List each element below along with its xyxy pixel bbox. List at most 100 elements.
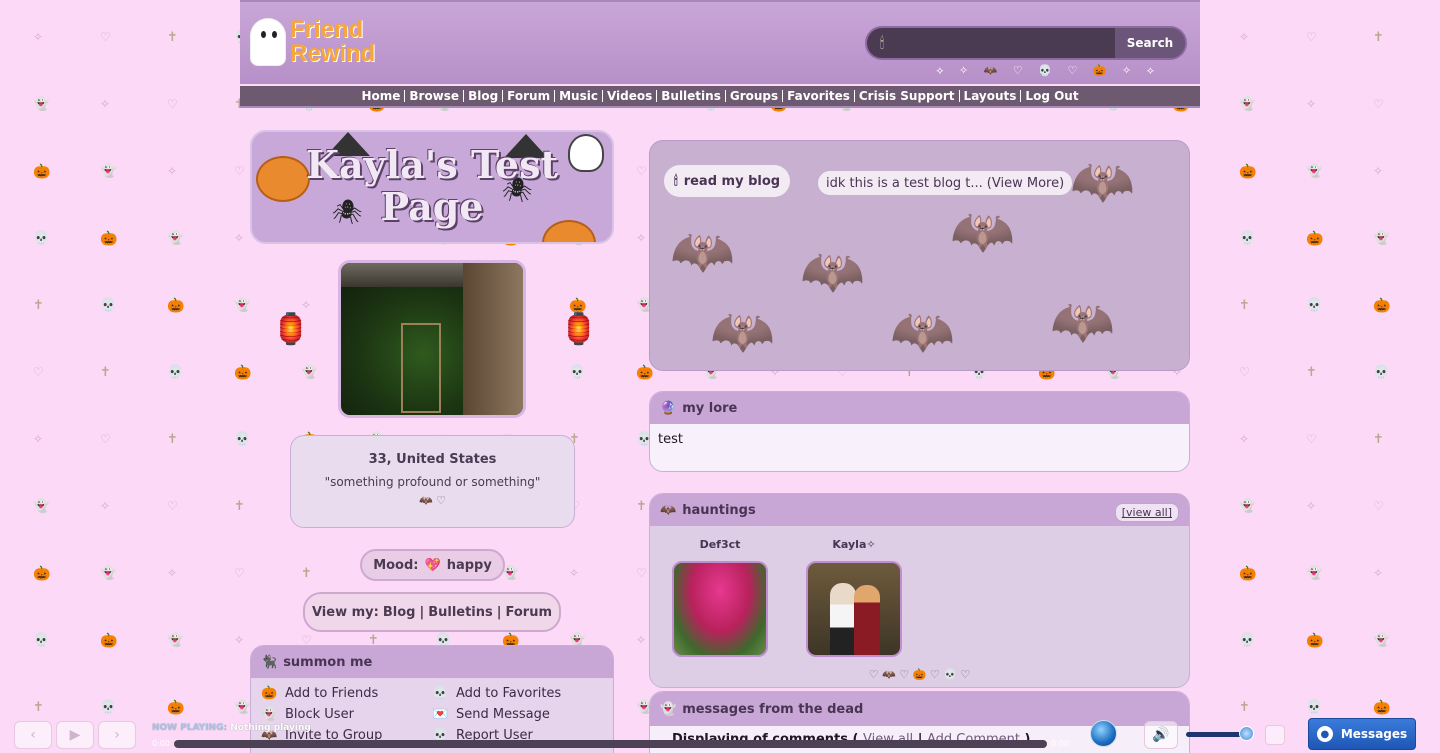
view-my-links: View my: Blog | Bulletins | Forum [303,592,561,632]
friend-card[interactable]: Def3ct [672,538,768,657]
logo-line1: Friend [290,16,364,43]
read-my-blog-label: read my blog [683,173,781,189]
view-more-link[interactable]: (View More) [987,176,1064,191]
background-pattern-glyph: ✧ [1373,566,1384,580]
mini-toggle-button[interactable] [1265,725,1285,745]
nav-log-out[interactable]: Log Out [1021,90,1082,102]
background-pattern-glyph: 🎃 [1306,231,1324,247]
friend-name: Kayla✧ [832,538,876,551]
background-pattern-glyph: 🎃 [167,298,185,314]
view-my-forum-link[interactable]: Forum [506,605,553,620]
nav-groups[interactable]: Groups [726,90,784,102]
background-pattern-glyph: 👻 [33,97,50,112]
background-pattern-glyph: 👻 [301,365,318,380]
play-button[interactable]: ▶ [56,721,94,749]
background-pattern-glyph: ♡ [1373,97,1384,111]
add-to-friends-link[interactable]: 🎃 Add to Friends [261,686,432,701]
friend-photo[interactable] [806,561,902,657]
background-pattern-glyph: ♡ [100,30,111,44]
friend-photo[interactable] [672,561,768,657]
nav-crisis-support[interactable]: Crisis Support [855,90,960,102]
search-input[interactable] [897,28,1115,58]
volume-button[interactable]: 🔊 [1144,721,1178,749]
bat-icon: 🦇 [1050,292,1115,352]
background-pattern-glyph: 👻 [234,700,251,715]
search-button[interactable]: Search [1115,28,1185,58]
volume-slider[interactable] [1186,732,1246,737]
background-pattern-glyph: ♡ [636,566,647,580]
nav-music[interactable]: Music [555,90,603,102]
profile-title: Kayla's Test Page [252,144,612,228]
background-pattern-glyph: ✧ [1306,499,1317,513]
time-elapsed: 0:00 [152,739,170,748]
background-pattern-glyph: 👻 [1306,566,1323,581]
nav-videos[interactable]: Videos [603,90,658,102]
view-my-label: View my: [311,604,379,620]
nav-browse[interactable]: Browse [405,90,465,102]
next-track-button[interactable]: › [98,721,136,749]
bat-icon: 🦇 [670,222,735,282]
background-pattern-glyph: ✧ [33,432,44,446]
background-pattern-glyph: ♡ [1306,432,1317,446]
view-my-bulletins-link[interactable]: Bulletins [428,605,493,620]
view-my-blog-link[interactable]: Blog [383,605,416,620]
background-pattern-glyph: 🎃 [1239,566,1257,582]
start-orb-icon[interactable] [1090,720,1117,747]
photo-figure [830,583,856,655]
background-pattern-glyph: 👻 [1239,499,1256,514]
background-pattern-glyph: ♡ [1239,365,1250,379]
background-pattern-glyph: 🎃 [33,164,51,180]
user-icon: ● [1316,726,1333,742]
logo-line2: Rewind [290,40,376,67]
nav-layouts[interactable]: Layouts [960,90,1022,102]
blog-panel: 🦇 🦇 🦇 🦇 🦇 🦇 🦇 🕯 read my blog idk this is… [649,140,1190,371]
background-pattern-glyph: ✝ [167,432,178,447]
pumpkin-icon: 🎃 [261,686,278,701]
background-pattern-glyph: ♡ [167,499,178,513]
previous-track-button[interactable]: ‹ [14,721,52,749]
background-pattern-glyph: 👻 [100,164,117,179]
background-pattern-glyph: ✝ [636,499,647,514]
separator: | [496,604,502,620]
logo-text: Friend Rewind [290,18,375,66]
black-cat-icon: 🐈‍⬛ [261,654,278,670]
messages-button[interactable]: ● Messages [1308,718,1416,750]
panel-header: 🐈‍⬛ summon me [251,646,613,678]
background-pattern-glyph: 🎃 [636,365,654,381]
heart-icon: 💖 [424,557,441,573]
background-pattern-glyph: 💀 [33,633,50,648]
read-my-blog-button[interactable]: 🕯 read my blog [664,165,791,197]
background-pattern-glyph: ♡ [167,97,178,111]
background-pattern-glyph: ✧ [100,97,111,111]
lamp-bat-icon: 🏮 [272,312,310,347]
profile-title-banner: 🕷 🕷 Kayla's Test Page [250,130,614,244]
hauntings-decoration: ♡ 🦇 ♡ 🎃 ♡ 💀 ♡ [868,668,971,681]
background-pattern-glyph: ✝ [100,365,111,380]
background-pattern-glyph: 🎃 [33,566,51,582]
nav-home[interactable]: Home [357,90,406,102]
panel-header: 🦇 hauntings [650,494,1189,526]
nav-forum[interactable]: Forum [503,90,556,102]
profile-picture[interactable] [338,260,526,418]
nav-favorites[interactable]: Favorites [783,90,855,102]
bat-icon: 🦇 [660,502,677,518]
background-pattern-glyph: ✧ [1373,164,1384,178]
background-pattern-glyph: ✝ [1373,432,1384,447]
background-pattern-glyph: 👻 [100,566,117,581]
background-pattern-glyph: ✧ [167,164,178,178]
panel-header: 🔮 my lore [650,392,1189,424]
friend-card[interactable]: Kayla✧ [806,538,902,657]
background-pattern-glyph: 🎃 [1306,633,1324,649]
view-all-friends-link[interactable]: [view all] [1114,503,1179,522]
add-to-favorites-link[interactable]: 💀 Add to Favorites [432,686,603,701]
progress-bar[interactable] [174,740,1047,748]
skull-icon: 💀 [432,686,449,701]
site-logo[interactable]: Friend Rewind [250,16,380,72]
background-pattern-glyph: 💀 [569,365,586,380]
background-pattern-glyph: 👻 [167,633,184,648]
background-pattern-glyph: ✧ [569,566,580,580]
volume-knob[interactable] [1239,726,1254,741]
nav-bulletins[interactable]: Bulletins [657,90,726,102]
crystal-ball-icon: 🔮 [660,400,677,416]
nav-blog[interactable]: Blog [464,90,504,102]
